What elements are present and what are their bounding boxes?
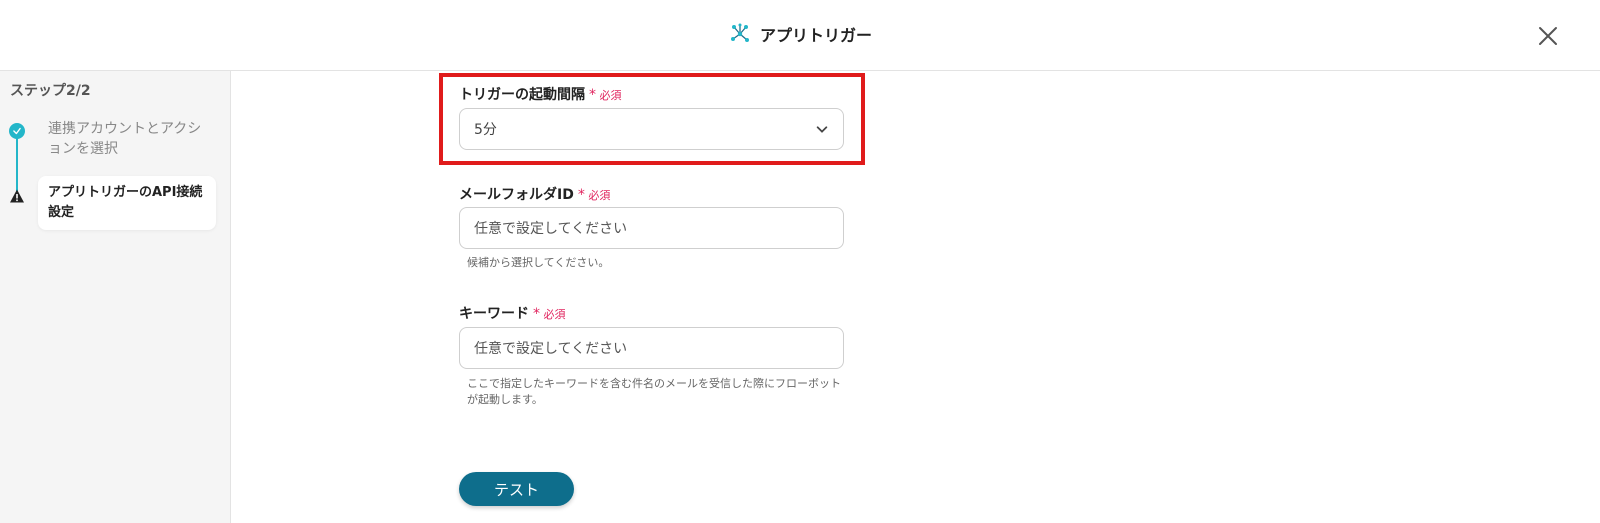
modal-header: アプリトリガー	[0, 0, 1600, 71]
sidebar-step-api-settings[interactable]: アプリトリガーのAPI接続設定	[38, 176, 216, 230]
interval-select-value: 5分	[474, 122, 497, 138]
required-badge: * 必須	[533, 306, 566, 322]
folder-label: メールフォルダID * 必須	[459, 184, 610, 204]
chevron-down-icon	[816, 126, 828, 133]
required-badge: * 必須	[577, 187, 611, 203]
sidebar-step-select-account[interactable]: 連携アカウントとアクションを選択	[48, 119, 213, 159]
step-sidebar: ステップ2/2 連携アカウントとアクションを選択 アプリトリガーのAPI接続設定	[0, 71, 231, 523]
interval-label-text: トリガーの起動間隔	[459, 87, 585, 103]
interval-select[interactable]: 5分	[459, 108, 844, 150]
folder-id-input[interactable]: 任意で設定してください	[459, 207, 844, 249]
test-button[interactable]: テスト	[459, 472, 574, 506]
folder-label-text: メールフォルダID	[459, 187, 574, 203]
keyword-hint: ここで指定したキーワードを含む件名のメールを受信した際にフローボットが起動します…	[467, 377, 841, 406]
folder-id-placeholder: 任意で設定してください	[474, 221, 628, 237]
check-icon	[9, 123, 25, 139]
app-trigger-icon	[730, 23, 749, 42]
required-badge: * 必須	[589, 87, 622, 103]
close-icon[interactable]	[1536, 24, 1560, 48]
interval-label: トリガーの起動間隔 * 必須	[459, 84, 622, 104]
keyword-label-text: キーワード	[459, 306, 529, 322]
keyword-input[interactable]: 任意で設定してください	[459, 327, 844, 369]
folder-hint: 候補から選択してください。	[467, 256, 610, 269]
step-counter: ステップ2/2	[10, 83, 91, 99]
header-title-text: アプリトリガー	[759, 26, 872, 45]
keyword-placeholder: 任意で設定してください	[474, 341, 628, 357]
warning-icon	[9, 188, 25, 204]
timeline-line	[16, 135, 18, 193]
header-title: アプリトリガー	[0, 22, 1600, 46]
keyword-label: キーワード * 必須	[459, 303, 566, 323]
